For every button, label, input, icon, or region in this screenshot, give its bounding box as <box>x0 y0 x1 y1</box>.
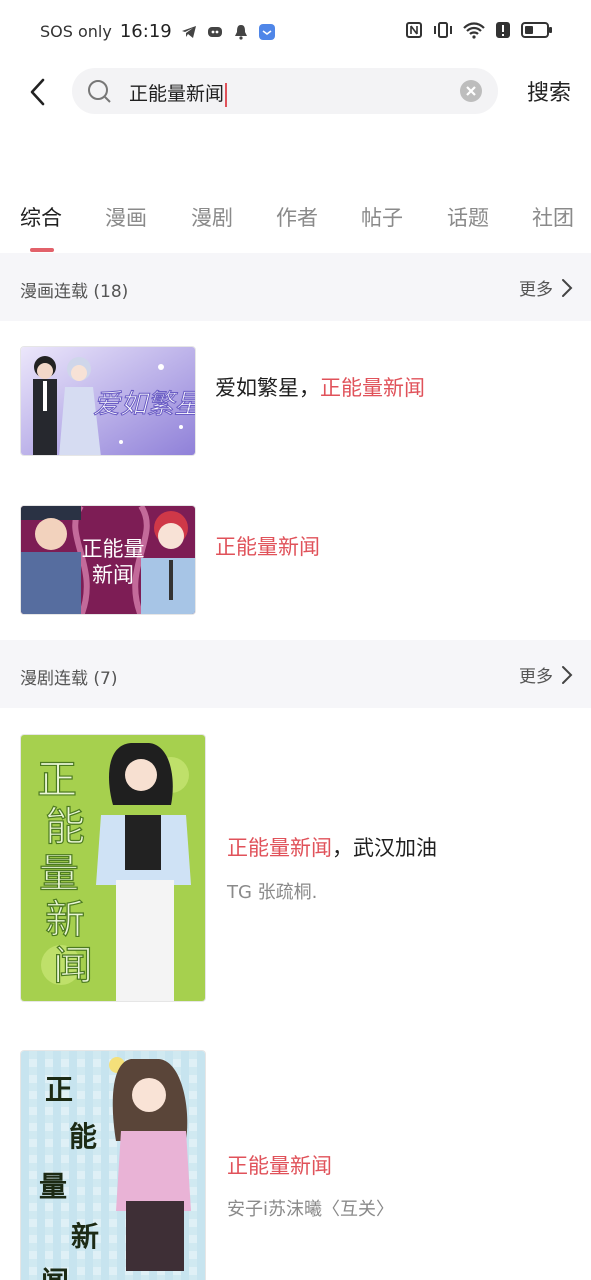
drama-cover: 正 能 量 新 闻 <box>20 734 206 1002</box>
back-button[interactable] <box>22 74 52 110</box>
cover-title-text: 新 <box>71 1220 99 1253</box>
title-highlight: 正能量新闻 <box>227 1154 332 1178</box>
more-label: 更多 <box>519 667 553 687</box>
manga-list-item[interactable]: 爱如繁星 爱如繁星，正能量新闻 <box>0 346 591 458</box>
cover-title-text: 正 <box>45 1073 73 1106</box>
drama-cover-image: 正 能 量 新 闻 <box>21 735 205 1001</box>
tab-author[interactable]: 作者 <box>276 202 318 232</box>
search-input[interactable]: 正能量新闻 <box>129 79 228 107</box>
search-button[interactable]: 搜索 <box>527 75 571 107</box>
alert-icon <box>496 22 510 38</box>
title-highlight: 正能量新闻 <box>227 836 332 860</box>
clock: 16:19 <box>119 21 172 42</box>
manga-section-header: 漫画连载 (18) 更多 <box>0 253 591 321</box>
drama-title: 正能量新闻 <box>227 1150 332 1180</box>
more-label: 更多 <box>519 280 553 300</box>
chevron-right-icon <box>562 665 573 684</box>
cover-title-text: 能 <box>69 1120 97 1153</box>
vibrate-icon <box>434 22 452 38</box>
drama-author: 安子i苏沫曦〈互关〉 <box>227 1199 395 1220</box>
manga-list-item[interactable]: 正能量 新闻 正能量新闻 <box>0 505 591 617</box>
cover-title-text: 新 <box>45 897 85 943</box>
cover-title-text: 正能量 <box>82 537 145 561</box>
tab-clubs[interactable]: 社团 <box>532 202 574 232</box>
battery-icon <box>521 22 552 38</box>
title-highlight: 正能量新闻 <box>215 535 320 559</box>
tab-all[interactable]: 综合 <box>20 202 62 232</box>
tab-manga[interactable]: 漫画 <box>105 202 147 232</box>
text-cursor <box>225 82 228 107</box>
search-icon <box>88 80 111 103</box>
status-right <box>405 21 553 39</box>
status-bar: SOS only 16:19 <box>0 0 591 66</box>
manga-more-button[interactable]: 更多 <box>519 275 573 300</box>
chevron-right-icon <box>562 278 573 297</box>
cover-title-text: 闻 <box>53 943 93 989</box>
app-icon <box>258 23 275 40</box>
manga-cover: 正能量 新闻 <box>20 505 196 615</box>
tab-topics[interactable]: 话题 <box>447 202 489 232</box>
wifi-icon <box>463 22 485 39</box>
title-plain: 爱如繁星， <box>215 376 320 400</box>
manga-title: 爱如繁星，正能量新闻 <box>215 372 425 402</box>
cover-title-text: 闻 <box>41 1265 69 1280</box>
discord-icon <box>207 26 222 37</box>
cover-title-text: 新闻 <box>92 563 134 587</box>
cover-title-text: 量 <box>39 851 79 897</box>
drama-list-item[interactable]: 正 能 量 新 闻 正能量新闻，武汉加油 TG 张疏桐. <box>0 734 591 1002</box>
nfc-icon <box>406 22 422 38</box>
drama-list-item[interactable]: 正 能 量 新 闻 正能量新闻 安子i苏沫曦〈互关〉 <box>0 1050 591 1280</box>
drama-more-button[interactable]: 更多 <box>519 662 573 687</box>
manga-cover-image: 正能量 新闻 <box>21 506 195 614</box>
search-bar[interactable]: 正能量新闻 <box>72 68 498 114</box>
carrier-label: SOS only <box>40 22 112 41</box>
cover-title-text: 量 <box>39 1170 67 1203</box>
clear-search-icon[interactable] <box>459 79 483 103</box>
drama-cover: 正 能 量 新 闻 <box>20 1050 206 1280</box>
tab-posts[interactable]: 帖子 <box>361 202 403 232</box>
manga-title: 正能量新闻 <box>215 531 320 561</box>
drama-title: 正能量新闻，武汉加油 <box>227 832 437 862</box>
telegram-icon <box>181 25 196 38</box>
title-plain: ，武汉加油 <box>332 836 437 860</box>
back-arrow-icon <box>30 78 45 106</box>
manga-section-title: 漫画连载 (18) <box>20 282 129 302</box>
manga-cover-image: 爱如繁星 <box>21 347 196 455</box>
search-header: 正能量新闻 搜索 <box>0 66 591 118</box>
active-tab-indicator <box>30 248 54 252</box>
title-highlight: 正能量新闻 <box>320 376 425 400</box>
drama-section-header: 漫剧连载 (7) 更多 <box>0 640 591 708</box>
cover-title-text: 爱如繁星 <box>93 389 196 420</box>
manga-cover: 爱如繁星 <box>20 346 196 456</box>
drama-author: TG 张疏桐. <box>227 882 318 903</box>
result-tabs: 综合 漫画 漫剧 作者 帖子 话题 社团 <box>0 200 591 256</box>
cover-title-text: 正 <box>37 757 77 803</box>
status-left: SOS only 16:19 <box>40 21 276 42</box>
drama-section-title: 漫剧连载 (7) <box>20 669 118 689</box>
search-query-text: 正能量新闻 <box>129 83 225 105</box>
tab-drama[interactable]: 漫剧 <box>191 202 233 232</box>
cover-title-text: 能 <box>45 804 85 850</box>
drama-cover-image: 正 能 量 新 闻 <box>21 1051 205 1280</box>
bell-icon <box>234 24 247 40</box>
